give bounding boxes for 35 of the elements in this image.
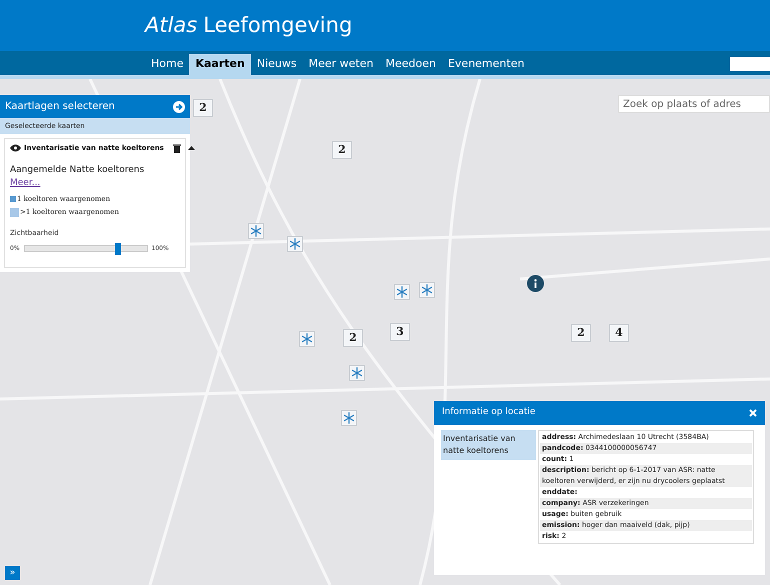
cluster-marker[interactable]: 2 bbox=[343, 329, 363, 347]
nav-tab[interactable]: Meedoen bbox=[379, 54, 442, 75]
arrow-right-icon[interactable] bbox=[173, 100, 185, 112]
snowflake-marker-icon[interactable] bbox=[248, 223, 264, 239]
close-icon[interactable] bbox=[749, 409, 757, 417]
cluster-marker[interactable]: 3 bbox=[390, 323, 410, 341]
slider-thumb[interactable] bbox=[115, 243, 122, 255]
opacity-slider[interactable] bbox=[24, 245, 148, 252]
site-title: Atlas Leefomgeving bbox=[145, 12, 352, 39]
nav-tab[interactable]: Home bbox=[145, 54, 190, 75]
cluster-marker[interactable]: 2 bbox=[332, 141, 352, 159]
snowflake-marker-icon[interactable] bbox=[394, 284, 410, 300]
header-search-field[interactable] bbox=[730, 57, 770, 71]
nav-tab[interactable]: Evenementen bbox=[442, 54, 530, 75]
layer-name-cell: Inventarisatie van natte koeltorens bbox=[441, 430, 536, 460]
panel-title: Kaartlagen selecteren bbox=[5, 100, 115, 114]
nav-tab[interactable]: Nieuws bbox=[250, 54, 303, 75]
cluster-marker[interactable]: 2 bbox=[193, 99, 213, 117]
caret-icon[interactable] bbox=[188, 146, 195, 150]
nav-tab[interactable]: Meer weten bbox=[302, 54, 380, 75]
expand-button[interactable]: » bbox=[5, 566, 20, 580]
snowflake-marker-icon[interactable] bbox=[287, 236, 303, 252]
snowflake-marker-icon[interactable] bbox=[341, 410, 357, 426]
trash-icon[interactable] bbox=[172, 144, 181, 153]
snowflake-marker-icon[interactable] bbox=[419, 282, 435, 298]
nav-tab[interactable]: Kaarten bbox=[189, 54, 251, 75]
more-link[interactable]: Meer... bbox=[10, 177, 40, 190]
search-field[interactable]: Zoek op plaats of adres bbox=[618, 95, 770, 113]
eye-icon[interactable] bbox=[10, 144, 21, 152]
cluster-marker[interactable]: 4 bbox=[609, 324, 629, 342]
snowflake-marker-icon[interactable] bbox=[299, 331, 315, 347]
snowflake-marker-icon[interactable] bbox=[349, 365, 365, 381]
popup-title: Informatie op locatie bbox=[442, 406, 536, 420]
layer-description: Aangemelde Natte koeltorens bbox=[10, 164, 146, 176]
cluster-marker[interactable]: 2 bbox=[571, 324, 591, 342]
